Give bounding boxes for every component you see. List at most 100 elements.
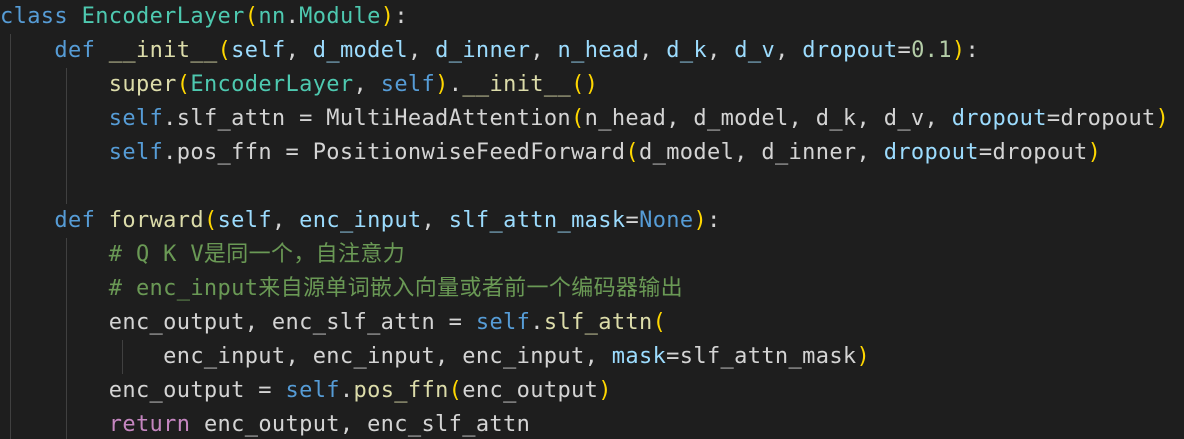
code-token: , (285, 38, 313, 63)
code-token: dropout (883, 140, 979, 165)
code-line: self.slf_attn = MultiHeadAttention(n_hea… (0, 102, 1169, 136)
code-token: = (897, 38, 912, 63)
code-token: .slf_attn = MultiHeadAttention (163, 106, 572, 131)
code-token: super (108, 72, 177, 97)
code-token: # Q K V是同一个，自注意力 (108, 242, 406, 267)
code-token: , (639, 38, 667, 63)
code-token: =slf_attn_mask (666, 344, 857, 369)
code-token: ) (693, 208, 708, 233)
code-token: =dropout (1046, 106, 1156, 131)
code-token: EncoderLayer (81, 4, 245, 29)
code-token: slf_attn_mask (448, 208, 626, 233)
code-token: dropout (802, 38, 898, 63)
code-line: self.pos_ffn = PositionwiseFeedForward(d… (0, 136, 1101, 170)
code-token: d_inner (435, 38, 531, 63)
code-token: __init__ (462, 72, 572, 97)
code-token: self (217, 208, 272, 233)
code-token: enc_input (299, 208, 422, 233)
code-token: : (707, 208, 721, 233)
code-line: # enc_input来自源单词嵌入向量或者前一个编码器输出 (0, 272, 683, 306)
code-token: = (625, 208, 640, 233)
code-token: =dropout (978, 140, 1088, 165)
code-token: # enc_input来自源单词嵌入向量或者前一个编码器输出 (108, 276, 683, 301)
code-token: class (0, 4, 68, 29)
code-token: d_v (734, 38, 776, 63)
code-token: () (571, 72, 599, 97)
code-token: ( (571, 106, 585, 131)
code-token: d_k (666, 38, 708, 63)
code-token: . (339, 378, 354, 403)
code-line: def forward(self, enc_input, slf_attn_ma… (0, 204, 721, 238)
code-token: ( (203, 208, 218, 233)
code-line: enc_output, enc_slf_attn = self.slf_attn… (0, 306, 666, 340)
code-line: class EncoderLayer(nn.Module): (0, 0, 408, 34)
code-token: : (965, 38, 980, 63)
code-token: self (231, 38, 286, 63)
code-token: . (285, 4, 300, 29)
code-token: EncoderLayer (190, 72, 354, 97)
code-token: n_head, d_model, d_k, d_v, (584, 106, 952, 131)
code-token: ( (176, 72, 191, 97)
code-token: , (775, 38, 803, 63)
code-token: . (448, 72, 463, 97)
code-token: , (707, 38, 735, 63)
code-token: self (108, 140, 164, 165)
code-token: enc_input, enc_input, enc_input, (0, 344, 612, 369)
code-token: ( (217, 38, 232, 63)
code-token: dropout (951, 106, 1047, 131)
code-token: return (108, 412, 191, 437)
code-token: ( (244, 4, 259, 29)
code-token: enc_output, enc_slf_attn (190, 412, 531, 437)
code-token: def (54, 208, 96, 233)
code-token: ) (951, 38, 966, 63)
code-token: d_model, d_inner, (639, 140, 884, 165)
code-token: ) (1087, 140, 1102, 165)
code-line: super(EncoderLayer, self).__init__() (0, 68, 598, 102)
code-token: : (394, 4, 408, 29)
code-token: ) (380, 4, 395, 29)
code-token: enc_output = (0, 378, 286, 403)
code-token: nn (258, 4, 286, 29)
code-token: __init__ (108, 38, 218, 63)
code-token: self (475, 310, 531, 335)
code-token: self (108, 106, 164, 131)
code-token: slf_attn (543, 310, 653, 335)
code-token: forward (108, 208, 204, 233)
code-token: 0.1 (911, 38, 952, 63)
code-token: ( (652, 310, 667, 335)
code-token: self (380, 72, 436, 97)
code-token: pos_ffn (353, 378, 449, 403)
code-line: enc_input, enc_input, enc_input, mask=sl… (0, 340, 870, 374)
code-token: mask (611, 344, 667, 369)
code-line: # Q K V是同一个，自注意力 (0, 238, 405, 272)
code-token: , (530, 38, 558, 63)
code-token: .pos_ffn = PositionwiseFeedForward (163, 140, 626, 165)
code-token: Module (299, 4, 381, 29)
code-token: ) (1155, 106, 1170, 131)
code-line: return enc_output, enc_slf_attn (0, 408, 530, 439)
code-editor[interactable]: class EncoderLayer(nn.Module): def __ini… (0, 0, 1184, 439)
code-token: self (285, 378, 340, 403)
code-token: d_model (312, 38, 408, 63)
code-token: enc_output (462, 378, 599, 403)
code-line: def __init__(self, d_model, d_inner, n_h… (0, 34, 979, 68)
code-token: enc_output, enc_slf_attn = (0, 310, 476, 335)
code-token: , (271, 208, 300, 233)
code-line: enc_output = self.pos_ffn(enc_output) (0, 374, 612, 408)
code-token: ) (856, 344, 871, 369)
code-token: ) (598, 378, 612, 403)
code-token: ) (435, 72, 449, 97)
code-token: def (54, 38, 96, 63)
code-token: None (639, 208, 694, 233)
